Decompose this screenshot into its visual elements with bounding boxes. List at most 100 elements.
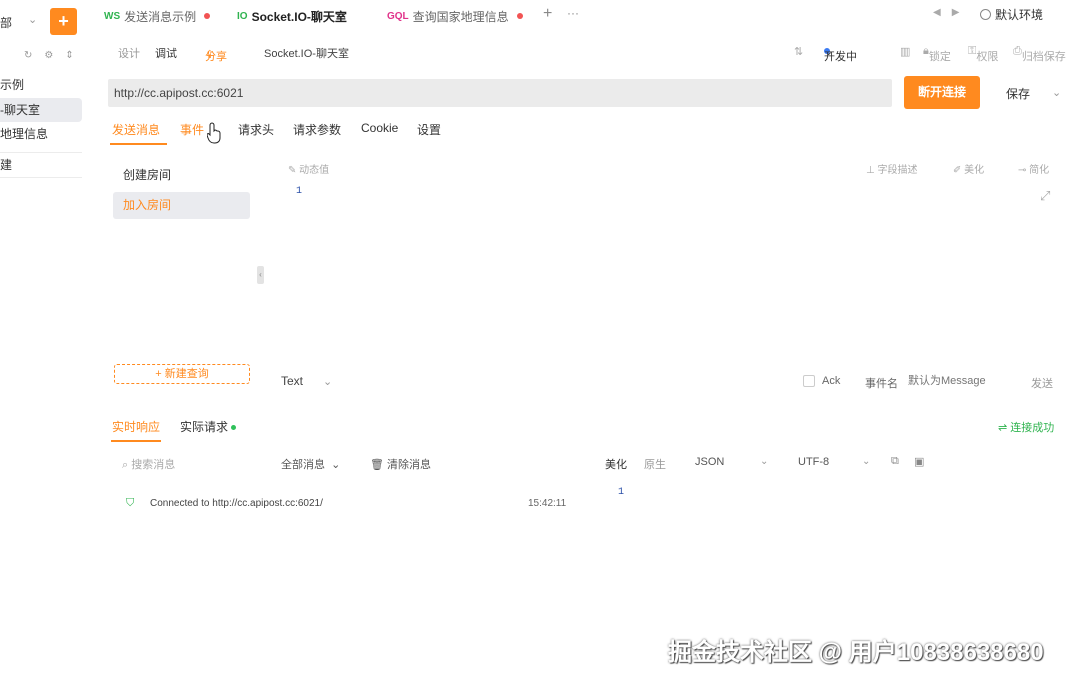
mouse-cursor-icon (207, 122, 221, 144)
status-dot (231, 425, 237, 431)
tab-settings[interactable]: 设置 (417, 121, 441, 138)
add-button[interactable]: + (50, 8, 77, 35)
permission-button[interactable]: ⚿ 权限 (968, 45, 998, 63)
mode-design[interactable]: 设计 (118, 45, 140, 61)
shield-check-icon: ⛉ (126, 497, 135, 509)
editor-line-number: 1 (296, 186, 303, 197)
chevron-down-icon[interactable]: ⌄ (323, 375, 332, 388)
archive-label: 归档保存 (1021, 51, 1066, 63)
env-select[interactable]: 默认环境 (980, 6, 1043, 23)
sub-toolbar: 设计 调试 ⇪ 分享 Socket.IO-聊天室 ⇅ 开发中 ⌄ ▥ 🔒︎ 锁定… (108, 42, 1068, 63)
beautify-toggle[interactable]: 美化 (605, 456, 627, 472)
encoding-select[interactable]: UTF-8 (798, 456, 829, 468)
copy-icon[interactable]: ⧉ (891, 455, 899, 468)
tab-realtime-response[interactable]: 实时响应 (112, 418, 160, 435)
plus-icon[interactable]: + (543, 5, 552, 23)
protocol-badge: WS (104, 10, 121, 22)
lock-button[interactable]: 🔒︎ 锁定 (923, 45, 951, 63)
layout-icon[interactable]: ▥ (900, 45, 910, 58)
divider (0, 177, 82, 178)
clear-label: 清除消息 (387, 459, 432, 471)
url-input[interactable]: http://cc.apipost.cc:6021 (108, 79, 892, 107)
collapse-icon[interactable]: ⇕ (65, 50, 73, 62)
search-placeholder: 搜索消息 (131, 459, 176, 471)
permission-label: 权限 (976, 51, 999, 63)
beautify-button[interactable]: ✐ 美化 (953, 161, 984, 176)
send-button[interactable]: 发送 (1031, 375, 1053, 391)
disconnect-button[interactable]: 断开连接 (904, 76, 980, 109)
raw-toggle[interactable]: 原生 (644, 456, 666, 472)
plus-icon: + (155, 368, 165, 380)
field-desc-button[interactable]: ⊥ 字段描述 (866, 161, 918, 176)
tab-bar: WS 发送消息示例 IO Socket.IO-聊天室 GQL 查询国家地理信息 … (95, 0, 1079, 30)
sidebar-item[interactable]: 建 (0, 153, 82, 177)
tab-ws[interactable]: WS 发送消息示例 (104, 8, 211, 24)
tab-params[interactable]: 请求参数 (293, 121, 341, 138)
response-line-number: 1 (618, 487, 625, 498)
new-query-label: 新建查询 (164, 368, 209, 380)
tab-actual-request[interactable]: 实际请求 (180, 418, 237, 435)
tab-cookie[interactable]: Cookie (361, 121, 398, 135)
connection-status: ⇌ 连接成功 (998, 422, 1055, 434)
chevron-down-icon[interactable]: ⌄ (1052, 86, 1061, 99)
ack-label: Ack (822, 375, 841, 387)
message-filter-select[interactable]: 全部消息 ⌄ (281, 456, 340, 472)
connection-status-label: 连接成功 (1010, 422, 1055, 434)
chevron-down-icon[interactable]: ⌄ (760, 456, 768, 467)
mode-debug[interactable]: 调试 (155, 45, 177, 61)
sort-icon[interactable]: ⇅ (794, 45, 803, 58)
clear-messages-button[interactable]: 🗑︎ 清除消息 (370, 456, 431, 472)
lock-label: 锁定 (928, 51, 951, 63)
settings-icon[interactable]: ⚙ (44, 50, 53, 62)
tab-send-message[interactable]: 发送消息 (112, 121, 160, 138)
sidebar: 部 ⌄ + ↻ ⚙ ⇕ 示例 -聊天室 地理信息 建 (0, 0, 90, 681)
tab-headers[interactable]: 请求头 (238, 121, 274, 138)
sidebar-top: 部 ⌄ + (0, 8, 90, 36)
unsaved-dot (516, 13, 523, 19)
event-name-label: 事件名 (865, 378, 898, 390)
beautify-label: 美化 (964, 165, 985, 176)
simplify-label: 简化 (1029, 165, 1050, 176)
watermark: 掘金技术社区 @ 用户10838638680 (668, 639, 1044, 666)
collapse-handle-icon[interactable]: ‹ (257, 266, 264, 284)
tab-socketio[interactable]: IO Socket.IO-聊天室 (237, 8, 347, 24)
sidebar-item[interactable]: 示例 (0, 73, 82, 97)
tab-label: 发送消息示例 (124, 9, 197, 24)
save-icon[interactable]: ▣ (914, 455, 924, 468)
new-query-button[interactable]: + 新建查询 (114, 364, 250, 384)
message-time: 15:42:11 (528, 498, 567, 509)
unsaved-dot (204, 13, 211, 19)
tab-label: 查询国家地理信息 (412, 9, 509, 24)
share-label: 分享 (205, 51, 227, 63)
response-tabs: 实时响应 实际请求 (108, 414, 1068, 442)
tab-graphql[interactable]: GQL 查询国家地理信息 (387, 8, 523, 24)
dynamic-value-button[interactable]: ✎ 动态值 (288, 161, 329, 176)
save-button[interactable]: 保存 (1006, 85, 1030, 102)
status-label: 开发中 (824, 51, 857, 63)
chevron-down-icon[interactable]: ⌄ (28, 13, 37, 26)
ack-checkbox[interactable] (803, 375, 815, 387)
tab-events[interactable]: 事件 (180, 121, 204, 138)
more-icon[interactable]: ··· (567, 6, 579, 20)
tab-label: 实际请求 (180, 420, 229, 434)
message-row[interactable]: ⛉ Connected to http://cc.apipost.cc:6021… (126, 496, 586, 512)
response-format-select[interactable]: JSON (695, 456, 724, 468)
sidebar-item-active[interactable]: -聊天室 (0, 98, 82, 122)
chevron-down-icon[interactable]: ⌄ (862, 456, 870, 467)
event-item[interactable]: 创建房间 (113, 162, 250, 189)
format-select[interactable]: Text (281, 374, 303, 388)
simplify-button[interactable]: ⊸ 简化 (1018, 161, 1049, 176)
env-label: 默认环境 (995, 8, 1044, 22)
refresh-icon[interactable]: ↻ (24, 50, 32, 62)
tab-label: Socket.IO-聊天室 (251, 9, 347, 24)
expand-icon[interactable]: ⤢ (1040, 188, 1050, 204)
message-search[interactable]: ⌕ 搜索消息 (122, 456, 175, 472)
event-name-input[interactable] (908, 371, 1008, 391)
scope-select[interactable]: 部 (0, 14, 12, 31)
event-item-active[interactable]: 加入房间 (113, 192, 250, 219)
sidebar-item[interactable]: 地理信息 (0, 122, 82, 146)
archive-button[interactable]: ⎙ 归档保存 (1013, 45, 1066, 63)
tab-nav-arrows[interactable]: ◀ ▶ (933, 7, 960, 18)
protocol-badge: IO (237, 10, 248, 22)
status-select[interactable]: 开发中 ⌄ (824, 45, 857, 63)
